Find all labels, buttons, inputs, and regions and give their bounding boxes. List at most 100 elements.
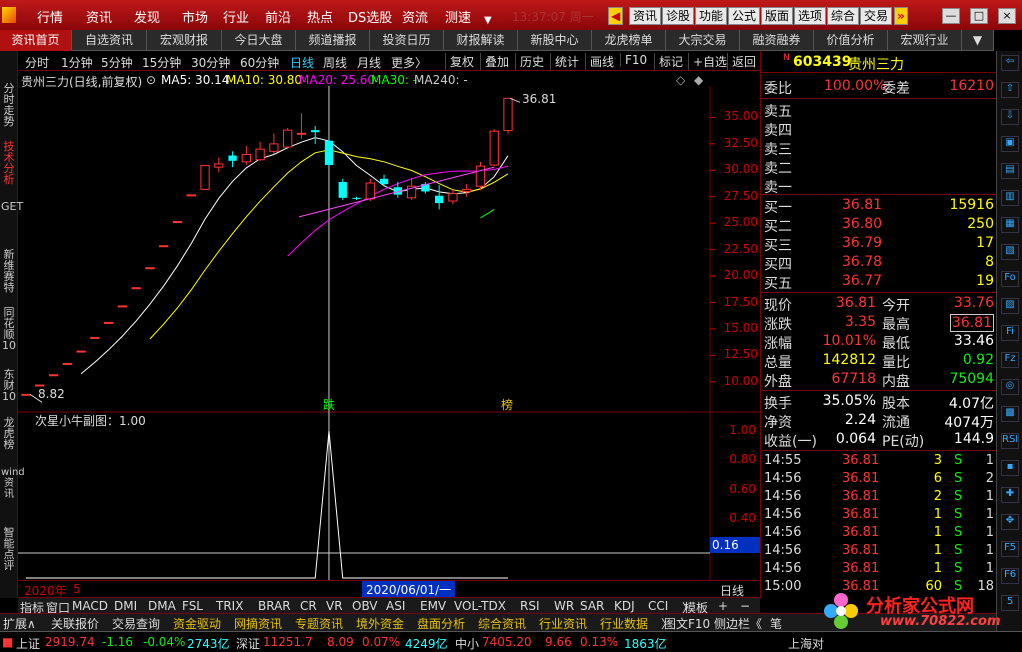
tf-monthly[interactable]: 月线 bbox=[357, 54, 381, 71]
chart-settings-icon[interactable]: ⊙ bbox=[146, 73, 156, 87]
tab-caibao-jiedu[interactable]: 财报解读 bbox=[444, 30, 518, 51]
tab-xingu-zhongxin[interactable]: 新股中心 bbox=[518, 30, 592, 51]
bottom-tab[interactable]: 行业资讯 bbox=[539, 615, 587, 632]
indicator-tab[interactable]: + bbox=[718, 599, 728, 613]
menu-hangye[interactable]: 行业 bbox=[223, 7, 249, 26]
right-tool-icon[interactable]: ▨ bbox=[1001, 298, 1019, 314]
indicator-tab[interactable]: VOL-TDX bbox=[454, 599, 506, 613]
maximize-button[interactable]: □ bbox=[970, 8, 988, 24]
tab-hongguan-caibao[interactable]: 宏观财报 bbox=[147, 30, 222, 51]
top-btn-zhengu[interactable]: 诊股 bbox=[662, 7, 695, 25]
bottom-tab[interactable]: 笔 bbox=[770, 615, 782, 632]
top-btn-gongneng[interactable]: 功能 bbox=[695, 7, 728, 25]
back-arrow-icon[interactable]: ◀ bbox=[608, 7, 624, 25]
right-tool-icon[interactable]: ✚ bbox=[1001, 487, 1019, 503]
diamond-icon[interactable]: ◇ bbox=[676, 73, 685, 87]
right-tool-icon[interactable]: ⇩ bbox=[1001, 109, 1019, 125]
more-arrow-icon[interactable]: » bbox=[894, 7, 908, 25]
indicator-tab[interactable]: FSL bbox=[182, 599, 203, 613]
btn-biaoji[interactable]: 标记 bbox=[654, 53, 683, 70]
indicator-tab[interactable]: DMA bbox=[148, 599, 176, 613]
tab-longhu-bangdan[interactable]: 龙虎榜单 bbox=[592, 30, 666, 51]
indicator-tab[interactable]: CR bbox=[300, 599, 317, 613]
tf-30min[interactable]: 30分钟 bbox=[191, 54, 230, 71]
tab-rongzi-rongquan[interactable]: 融资融券 bbox=[740, 30, 814, 51]
bottom-tab[interactable]: 专题资讯 bbox=[295, 615, 343, 632]
menu-hangqing[interactable]: 行情 bbox=[37, 7, 63, 26]
bottom-tab[interactable]: 资金驱动 bbox=[173, 615, 221, 632]
minimize-button[interactable]: — bbox=[942, 8, 960, 24]
bottom-tab[interactable]: 盘面分析 bbox=[417, 615, 465, 632]
sidebar-item-jishu[interactable]: 技术分析 bbox=[1, 141, 17, 185]
sidebar-item-get[interactable]: GET bbox=[1, 201, 23, 212]
sidebar-item-longhubang[interactable]: 龙虎榜 bbox=[1, 417, 17, 450]
indicator-tab[interactable]: WR bbox=[554, 599, 574, 613]
tf-5min[interactable]: 5分钟 bbox=[101, 54, 133, 71]
top-btn-banmian[interactable]: 版面 bbox=[761, 7, 794, 25]
right-tool-icon[interactable]: Fo bbox=[1001, 271, 1019, 287]
indicator-tab[interactable]: MACD bbox=[72, 599, 108, 613]
indicator-tab[interactable]: ASI bbox=[386, 599, 405, 613]
sidebar-item-wind[interactable]: wind资讯 bbox=[1, 467, 25, 500]
right-tool-icon[interactable]: ▧ bbox=[1001, 244, 1019, 260]
indicator-tab[interactable]: − bbox=[740, 599, 750, 613]
btn-f10[interactable]: F10 bbox=[620, 53, 647, 67]
bottom-tab[interactable]: 扩展∧ bbox=[3, 615, 36, 632]
top-btn-jiaoyi[interactable]: 交易 bbox=[860, 7, 893, 25]
bottom-tab[interactable]: 综合资讯 bbox=[478, 615, 526, 632]
right-tool-icon[interactable]: ▣ bbox=[1001, 136, 1019, 152]
indicator-tab[interactable]: RSI bbox=[520, 599, 540, 613]
zx-label[interactable]: 中小 bbox=[455, 635, 479, 652]
top-btn-xuanxiang[interactable]: 选项 bbox=[794, 7, 827, 25]
btn-fuquan[interactable]: 复权 bbox=[445, 53, 474, 70]
right-tool-icon[interactable]: ▪ bbox=[1001, 460, 1019, 476]
right-tool-icon[interactable]: ▥ bbox=[1001, 190, 1019, 206]
menu-ziliu[interactable]: 资流 bbox=[402, 7, 428, 26]
tab-zixun-shouye[interactable]: 资讯首页 bbox=[0, 30, 72, 51]
tf-more[interactable]: 更多〉 bbox=[391, 54, 427, 71]
indicator-tab[interactable]: VR bbox=[326, 599, 343, 613]
tf-fenshi[interactable]: 分时 bbox=[25, 54, 49, 71]
btn-huaxian[interactable]: 画线 bbox=[585, 53, 614, 70]
menu-ds-xuangu[interactable]: DS选股 bbox=[348, 7, 392, 26]
indicator-tab[interactable]: OBV bbox=[352, 599, 378, 613]
tab-touzi-rili[interactable]: 投资日历 bbox=[370, 30, 444, 51]
top-btn-zixun[interactable]: 资讯 bbox=[629, 7, 662, 25]
tab-hongguan-hangye[interactable]: 宏观行业 bbox=[888, 30, 962, 51]
kline-chart[interactable] bbox=[18, 86, 760, 586]
bottom-tab[interactable]: 关联报价 bbox=[51, 615, 99, 632]
right-tool-icon[interactable]: ⇧ bbox=[1001, 82, 1019, 98]
tf-daily[interactable]: 日线 bbox=[290, 54, 314, 71]
bottom-tab[interactable]: 交易查询 bbox=[112, 615, 160, 632]
sh-label[interactable]: 上证 bbox=[16, 635, 40, 652]
bottom-tab[interactable]: 行业数据 bbox=[600, 615, 648, 632]
tab-dazong-jiaoyi[interactable]: 大宗交易 bbox=[666, 30, 740, 51]
bottom-tab[interactable]: 网摘资讯 bbox=[234, 615, 282, 632]
indicator-tab[interactable]: TRIX bbox=[216, 599, 243, 613]
menu-qianyan[interactable]: 前沿 bbox=[265, 7, 291, 26]
sidebar-item-dongcai[interactable]: 东财10 bbox=[1, 369, 17, 402]
bottom-tab[interactable]: 图文F10 bbox=[664, 615, 710, 632]
indicator-tab[interactable]: EMV bbox=[420, 599, 446, 613]
right-tool-icon[interactable]: ▦ bbox=[1001, 217, 1019, 233]
sidebar-item-xinwei[interactable]: 新维赛特 bbox=[1, 249, 17, 293]
tf-60min[interactable]: 60分钟 bbox=[240, 54, 279, 71]
menu-faxian[interactable]: 发现 bbox=[134, 7, 160, 26]
top-btn-zonghe[interactable]: 综合 bbox=[827, 7, 860, 25]
btn-add-zixuan[interactable]: +自选 bbox=[688, 53, 727, 70]
right-tool-icon[interactable]: ⇦ bbox=[1001, 55, 1019, 71]
btn-fanhui[interactable]: 返回 bbox=[727, 53, 756, 70]
btn-diejia[interactable]: 叠加 bbox=[480, 53, 509, 70]
close-button[interactable]: × bbox=[998, 8, 1016, 24]
sidebar-item-fenshi[interactable]: 分时走势 bbox=[1, 83, 17, 127]
right-tool-icon[interactable]: ✥ bbox=[1001, 514, 1019, 530]
sidebar-item-zhineng[interactable]: 智能点评 bbox=[1, 527, 17, 571]
menu-redian[interactable]: 热点 bbox=[307, 7, 333, 26]
right-tool-icon[interactable]: ▤ bbox=[1001, 163, 1019, 179]
top-btn-gongshi[interactable]: 公式 bbox=[728, 7, 761, 25]
tab-zixuan-zixun[interactable]: 自选资讯 bbox=[72, 30, 147, 51]
bottom-tab[interactable]: 侧边栏《 bbox=[714, 615, 762, 632]
menu-shichang[interactable]: 市场 bbox=[182, 7, 208, 26]
indicator-tab[interactable]: BRAR bbox=[258, 599, 291, 613]
tf-15min[interactable]: 15分钟 bbox=[142, 54, 181, 71]
